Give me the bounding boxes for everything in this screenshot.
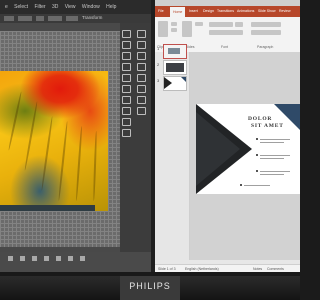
font-family-select[interactable] bbox=[209, 22, 233, 27]
tab-review[interactable]: Review bbox=[279, 9, 290, 13]
option-control[interactable] bbox=[66, 16, 78, 21]
text-placeholder-line bbox=[260, 139, 290, 140]
comments-button[interactable]: Comments bbox=[267, 267, 284, 271]
menu-item-view[interactable]: View bbox=[65, 0, 76, 14]
slide-thumbnail-3[interactable] bbox=[163, 76, 187, 91]
menu-item-edit[interactable]: e bbox=[5, 0, 8, 14]
brush-icon[interactable] bbox=[121, 52, 131, 60]
bullet-marker bbox=[256, 138, 258, 140]
monitor-brand-logo: PHILIPS bbox=[129, 281, 171, 291]
libraries-icon[interactable] bbox=[136, 74, 146, 82]
ribbon-tabs: File Home Insert Design Transitions Anim… bbox=[155, 6, 300, 17]
trash-icon[interactable] bbox=[80, 256, 85, 261]
tab-home[interactable]: Home bbox=[170, 7, 186, 17]
new-slide-button[interactable] bbox=[182, 21, 192, 37]
photoshop-bottom-bar bbox=[0, 252, 151, 272]
slide-thumbnail-2[interactable] bbox=[163, 60, 187, 75]
align-buttons[interactable] bbox=[251, 30, 281, 35]
menu-item-3d[interactable]: 3D bbox=[52, 0, 58, 14]
slide-thumbnail-pane: 1 2 3 bbox=[155, 44, 190, 260]
font-size-select[interactable] bbox=[235, 22, 243, 27]
new-layer-icon[interactable] bbox=[68, 256, 73, 261]
history-icon[interactable] bbox=[121, 30, 131, 38]
adjustment-layer-icon[interactable] bbox=[44, 256, 49, 261]
group-font-label: Font bbox=[221, 45, 229, 49]
navigator-icon[interactable] bbox=[136, 41, 146, 49]
color-icon[interactable] bbox=[121, 129, 131, 137]
character-icon[interactable] bbox=[136, 52, 146, 60]
thumbnail-number: 2 bbox=[157, 62, 160, 67]
actions-icon[interactable] bbox=[136, 85, 146, 93]
info-icon[interactable] bbox=[136, 30, 146, 38]
photoshop-options-bar: Transform bbox=[0, 14, 151, 23]
bullet-marker bbox=[256, 170, 258, 172]
slide-count-status: Slide 1 of 3 bbox=[158, 267, 176, 271]
status-bar: Slide 1 of 3 English (Netherlands) Notes… bbox=[155, 264, 300, 272]
text-placeholder-line bbox=[260, 158, 284, 159]
tab-design[interactable]: Design bbox=[203, 9, 214, 13]
panel-icons-column bbox=[135, 27, 147, 118]
paths-icon[interactable] bbox=[121, 85, 131, 93]
menu-item-select[interactable]: Select bbox=[14, 0, 28, 14]
mask-icon[interactable] bbox=[32, 256, 37, 261]
bullet-marker bbox=[256, 154, 258, 156]
slide-title-line-2: SIT AMET bbox=[251, 122, 284, 129]
link-icon[interactable] bbox=[8, 256, 13, 261]
group-paragraph-label: Paragraph bbox=[257, 45, 274, 49]
notes-button[interactable]: Notes bbox=[253, 267, 262, 271]
text-placeholder-line bbox=[260, 171, 290, 172]
slide-thumbnail-1[interactable] bbox=[163, 44, 187, 59]
thumbnail-number: 1 bbox=[157, 46, 160, 51]
thumbnail-number: 3 bbox=[157, 78, 160, 83]
folder-icon[interactable] bbox=[56, 256, 61, 261]
menu-item-filter[interactable]: Filter bbox=[34, 0, 45, 14]
menu-item-help[interactable]: Help bbox=[106, 0, 116, 14]
option-control[interactable] bbox=[36, 16, 44, 21]
text-placeholder-line bbox=[260, 142, 284, 143]
parrot-feather-photo[interactable] bbox=[0, 71, 108, 211]
font-format-buttons[interactable] bbox=[209, 30, 243, 35]
photoshop-panel-strip bbox=[120, 23, 151, 272]
option-control[interactable] bbox=[48, 16, 62, 21]
photoshop-window: e Select Filter 3D View Window Help Tran… bbox=[0, 0, 151, 272]
panel-icons-column bbox=[120, 27, 132, 140]
tab-file[interactable]: File bbox=[158, 9, 164, 13]
tab-animations[interactable]: Animations bbox=[237, 9, 254, 13]
text-placeholder-line bbox=[244, 185, 270, 186]
properties-icon[interactable] bbox=[121, 41, 131, 49]
transparency-grid-bottom bbox=[0, 211, 120, 247]
paste-button[interactable] bbox=[158, 21, 168, 37]
tab-transitions[interactable]: Transitions bbox=[217, 9, 234, 13]
swatches-icon[interactable] bbox=[121, 118, 131, 126]
channels-icon[interactable] bbox=[121, 74, 131, 82]
paragraph-icon[interactable] bbox=[136, 63, 146, 71]
glyphs-icon[interactable] bbox=[136, 107, 146, 115]
copy-button[interactable] bbox=[171, 28, 177, 32]
option-control[interactable] bbox=[18, 16, 32, 21]
fx-icon[interactable] bbox=[20, 256, 25, 261]
bullet-marker bbox=[240, 184, 242, 186]
option-control[interactable] bbox=[4, 16, 14, 21]
cut-button[interactable] bbox=[171, 22, 177, 26]
menu-item-window[interactable]: Window bbox=[82, 0, 100, 14]
tool-presets-icon[interactable] bbox=[136, 96, 146, 104]
slide-triangle-inner bbox=[196, 112, 240, 186]
slide-title[interactable]: DOLOR SIT AMET bbox=[248, 116, 298, 129]
current-slide[interactable]: DOLOR SIT AMET bbox=[196, 104, 300, 194]
list-buttons[interactable] bbox=[251, 22, 281, 27]
tab-slide-show[interactable]: Slide Show bbox=[258, 9, 276, 13]
language-status[interactable]: English (Netherlands) bbox=[185, 267, 219, 271]
adjustments-icon[interactable] bbox=[121, 96, 131, 104]
text-placeholder-line bbox=[260, 174, 284, 175]
tab-insert[interactable]: Insert bbox=[189, 9, 198, 13]
photoshop-menubar: e Select Filter 3D View Window Help bbox=[0, 0, 151, 14]
text-placeholder-line bbox=[260, 155, 290, 156]
layout-button[interactable] bbox=[195, 22, 203, 26]
options-transform-label: Transform bbox=[82, 15, 103, 20]
styles-icon[interactable] bbox=[121, 107, 131, 115]
layers-icon[interactable] bbox=[121, 63, 131, 71]
powerpoint-window: File Home Insert Design Transitions Anim… bbox=[155, 0, 300, 272]
